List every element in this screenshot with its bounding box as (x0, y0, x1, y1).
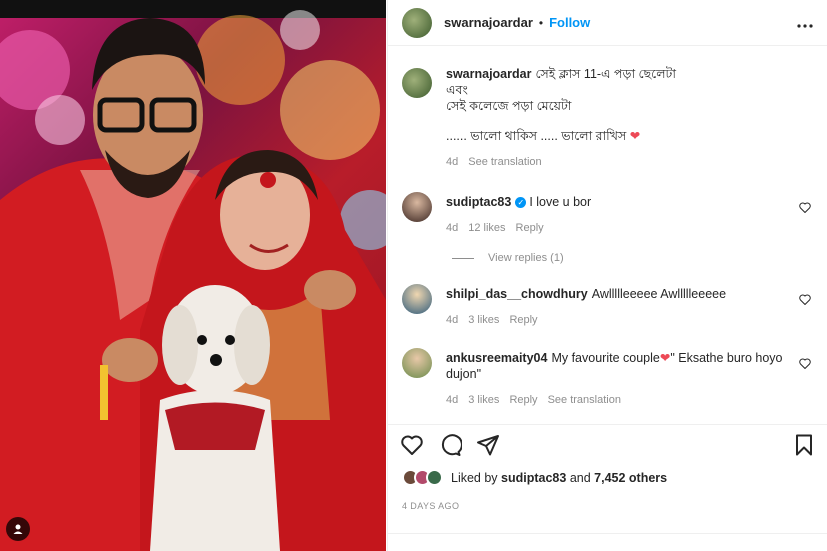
post-side-panel: swarnajoardar • Follow swarnajoardar সেই … (387, 0, 827, 551)
comment-text: My favourite couple (551, 351, 660, 365)
header-separator: • (538, 15, 544, 30)
liked-by-prefix: Liked by (451, 470, 502, 485)
share-icon[interactable] (476, 433, 500, 457)
view-replies-label: View replies (1) (488, 252, 564, 264)
wedding-couple-image (0, 10, 386, 551)
comment-time: 4d (446, 314, 459, 326)
comment-icon[interactable] (438, 433, 463, 457)
comment-like-heart-icon[interactable] (799, 202, 811, 216)
comment-text: Awllllleeeee Awllllleeeee (591, 287, 727, 301)
comment-text: I love u bor (529, 195, 592, 209)
reply-button[interactable]: Reply (509, 314, 537, 326)
reply-button[interactable]: Reply (509, 394, 537, 406)
caption-line-3: সেই কলেজে পড়া মেয়েটা (446, 99, 572, 113)
action-bar (388, 424, 827, 464)
see-translation-link[interactable]: See translation (468, 156, 541, 168)
liked-by-user[interactable]: sudiptac83 (501, 471, 566, 485)
commenter-avatar[interactable] (402, 284, 432, 314)
more-icon[interactable] (797, 12, 813, 33)
comment-likes[interactable]: 3 likes (468, 394, 499, 406)
see-translation-link[interactable]: See translation (548, 394, 621, 406)
comment-time: 4d (446, 394, 459, 406)
add-comment-bar[interactable] (388, 533, 827, 551)
comment-item: sudiptac83 ✓ I love u bor 4d 12 likes Reply (402, 192, 813, 236)
view-replies-button[interactable]: View replies (1) (452, 252, 813, 264)
comment-heart: ❤ (659, 351, 671, 365)
comment-username[interactable]: shilpi_das__chowdhury (446, 287, 588, 301)
likes-count[interactable]: 7,452 others (594, 471, 667, 485)
heart-icon[interactable] (400, 433, 424, 457)
post-photo[interactable] (0, 0, 386, 551)
post-caption: swarnajoardar সেই ক্লাস 11-এ পড়া ছেলেটা … (402, 67, 813, 170)
comment-time: 4d (446, 222, 459, 234)
liker-avatars (402, 469, 443, 486)
post-timestamp: 4 DAYS AGO (402, 501, 460, 511)
caption-avatar[interactable] (402, 68, 432, 98)
commenter-avatar[interactable] (402, 192, 432, 222)
user-tag-icon[interactable] (6, 517, 30, 541)
commenter-avatar[interactable] (402, 348, 432, 378)
replies-line (452, 257, 474, 259)
comment-like-heart-icon[interactable] (799, 358, 811, 372)
post-header: swarnajoardar • Follow (388, 0, 827, 46)
comment-username[interactable]: ankusreemaity04 (446, 351, 547, 365)
liked-by-middle: and (566, 470, 595, 485)
comment-item: ankusreemaity04 My favourite couple❤" Eks… (402, 348, 813, 408)
follow-button[interactable]: Follow (549, 15, 590, 30)
comment-username[interactable]: sudiptac83 (446, 195, 511, 209)
comment-like-heart-icon[interactable] (799, 294, 811, 308)
comments-list[interactable]: swarnajoardar সেই ক্লাস 11-এ পড়া ছেলেটা … (388, 67, 827, 408)
verified-badge-icon: ✓ (515, 197, 527, 209)
caption-line-2: এবং (446, 83, 468, 97)
author-avatar[interactable] (402, 7, 432, 38)
liker-avatar[interactable] (426, 469, 443, 486)
caption-time: 4d (446, 156, 459, 168)
caption-line-4: ...... ভালো থাকিস ..... ভালো রাখিস (446, 129, 627, 143)
bookmark-icon[interactable] (792, 433, 816, 457)
reply-button[interactable]: Reply (516, 222, 544, 234)
caption-heart: ❤ (629, 129, 641, 143)
caption-username[interactable]: swarnajoardar (446, 67, 531, 81)
likes-summary: Liked by sudiptac83 and 7,452 others (402, 469, 667, 486)
comment-likes[interactable]: 3 likes (468, 314, 499, 326)
comment-item: shilpi_das__chowdhury Awllllleeeee Awllll… (402, 284, 813, 328)
author-username[interactable]: swarnajoardar (444, 15, 533, 30)
comment-likes[interactable]: 12 likes (468, 222, 505, 234)
caption-line-1: সেই ক্লাস 11-এ পড়া ছেলেটা (535, 67, 676, 81)
